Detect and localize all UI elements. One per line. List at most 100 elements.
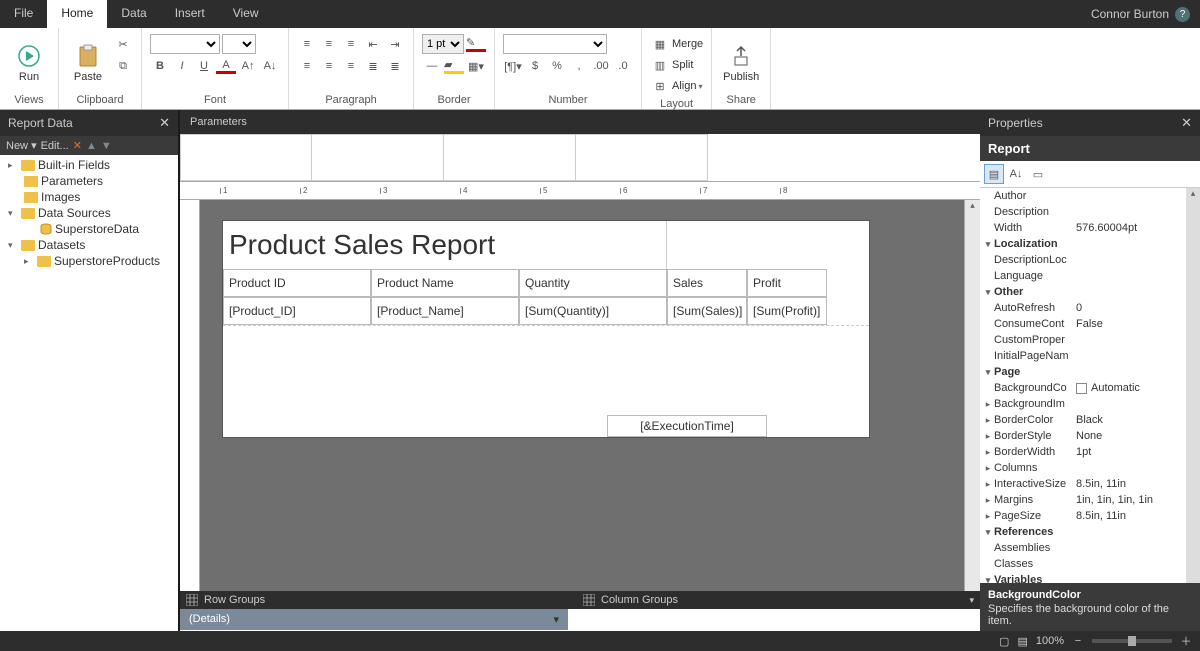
user-info[interactable]: Connor Burton ? [1081,0,1200,28]
property-category[interactable]: ▾Other [980,284,1186,300]
bullets-button[interactable]: ≣ [363,56,383,76]
tree-images[interactable]: Images [0,189,178,205]
placeholder-button[interactable]: [¶]▾ [503,56,523,76]
edit-button[interactable]: Edit... [41,140,69,152]
report-data-tree[interactable]: ▸Built-in Fields Parameters Images ▾Data… [0,155,178,631]
property-row[interactable]: Description [980,204,1186,220]
numbering-button[interactable]: ≣ [385,56,405,76]
property-row[interactable]: CustomProper [980,332,1186,348]
alphabetical-button[interactable]: A↓ [1006,164,1026,184]
property-row[interactable]: DescriptionLoc [980,252,1186,268]
close-icon[interactable]: ✕ [1181,115,1192,131]
copy-button[interactable]: ⧉ [113,56,133,76]
merge-button[interactable]: ▦ [650,34,670,54]
property-category[interactable]: ▾Page [980,364,1186,380]
bold-button[interactable]: B [150,56,170,76]
menu-file[interactable]: File [0,0,47,28]
scroll-up-icon[interactable]: ▴ [965,200,980,210]
property-row[interactable]: ▸BackgroundIm [980,396,1186,412]
vertical-scrollbar[interactable]: ▴ [964,200,980,591]
property-row[interactable]: ▸BorderWidth1pt [980,444,1186,460]
increase-decimal-button[interactable]: .00 [591,56,611,76]
align-top-button[interactable]: ≡ [297,56,317,76]
parameters-grid[interactable] [180,134,980,182]
table-header-cell[interactable]: Quantity [519,269,667,297]
font-color-button[interactable]: A [216,56,236,76]
menu-data[interactable]: Data [107,0,160,28]
property-category[interactable]: ▾Variables [980,572,1186,583]
menu-insert[interactable]: Insert [161,0,219,28]
report-title[interactable]: Product Sales Report [223,221,667,269]
property-category[interactable]: ▾References [980,524,1186,540]
close-icon[interactable]: ✕ [159,115,170,131]
align-center-button[interactable]: ≡ [319,34,339,54]
delete-icon[interactable]: ✕ [73,139,82,152]
chevron-down-icon[interactable]: ▾ [969,595,974,606]
move-up-icon[interactable]: ▲ [86,140,97,152]
table-data-cell[interactable]: [Product_Name] [371,297,519,325]
table-header-cell[interactable]: Product ID [223,269,371,297]
property-row[interactable]: BackgroundCoAutomatic [980,380,1186,396]
property-pages-button[interactable]: ▭ [1028,164,1048,184]
percent-button[interactable]: % [547,56,567,76]
property-row[interactable]: ▸PageSize8.5in, 11in [980,508,1186,524]
comma-button[interactable]: , [569,56,589,76]
print-layout-icon[interactable]: ▤ [1017,635,1027,648]
property-row[interactable]: Language [980,268,1186,284]
property-row[interactable]: ▸BorderStyleNone [980,428,1186,444]
table-data-cell[interactable]: [Sum(Sales)] [667,297,747,325]
property-row[interactable]: ▸BorderColorBlack [980,412,1186,428]
table-data-cell[interactable]: [Product_ID] [223,297,371,325]
property-row[interactable]: ConsumeContFalse [980,316,1186,332]
zoom-out-button[interactable]: − [1072,635,1084,647]
details-group[interactable]: (Details)▾ [180,609,568,630]
decrease-indent-button[interactable]: ⇤ [363,34,383,54]
property-row[interactable]: InitialPageNam [980,348,1186,364]
property-row[interactable]: ▸Columns [980,460,1186,476]
underline-button[interactable]: U [194,56,214,76]
grow-font-button[interactable]: A↑ [238,56,258,76]
property-row[interactable]: Assemblies [980,540,1186,556]
property-row[interactable]: ▸Margins1in, 1in, 1in, 1in [980,492,1186,508]
align-left-button[interactable]: ≡ [297,34,317,54]
menu-home[interactable]: Home [47,0,107,28]
zoom-level[interactable]: 100% [1036,635,1064,647]
menu-view[interactable]: View [219,0,273,28]
tree-builtin-fields[interactable]: ▸Built-in Fields [0,157,178,173]
categorized-button[interactable]: ▤ [984,164,1004,184]
table-data-cell[interactable]: [Sum(Profit)] [747,297,827,325]
property-row[interactable]: AutoRefresh0 [980,300,1186,316]
zoom-in-button[interactable]: ＋ [1180,633,1192,649]
currency-button[interactable]: $ [525,56,545,76]
decrease-decimal-button[interactable]: .0 [613,56,633,76]
design-surface[interactable]: Product Sales Report Product IDProduct N… [200,200,964,591]
tree-datasets[interactable]: ▾Datasets [0,237,178,253]
table-header-cell[interactable]: Profit [747,269,827,297]
property-row[interactable]: Width576.60004pt [980,220,1186,236]
border-style-button[interactable]: — [422,56,442,76]
tree-dataset-item[interactable]: ▸SuperstoreProducts [0,253,178,269]
run-button[interactable]: Run [8,34,50,92]
italic-button[interactable]: I [172,56,192,76]
property-row[interactable]: Classes [980,556,1186,572]
property-row[interactable]: Author [980,188,1186,204]
paste-button[interactable]: Paste [67,34,109,92]
align-bottom-button[interactable]: ≡ [341,56,361,76]
border-color-button[interactable]: ✎ [466,34,486,54]
borders-button[interactable]: ▦▾ [466,56,486,76]
cut-button[interactable]: ✂ [113,34,133,54]
report-table[interactable]: Product IDProduct NameQuantitySalesProfi… [223,269,869,325]
zoom-slider[interactable] [1092,639,1172,643]
align-right-button[interactable]: ≡ [341,34,361,54]
border-width-select[interactable]: 1 pt [422,34,464,54]
align-button[interactable]: ⊞ [650,76,670,96]
property-row[interactable]: ▸InteractiveSize8.5in, 11in [980,476,1186,492]
split-button[interactable]: ▥ [650,55,670,75]
execution-time-field[interactable]: [&ExecutionTime] [607,415,767,437]
number-format-select[interactable] [503,34,607,54]
tree-parameters[interactable]: Parameters [0,173,178,189]
table-data-cell[interactable]: [Sum(Quantity)] [519,297,667,325]
report-page[interactable]: Product Sales Report Product IDProduct N… [222,220,870,438]
font-size-select[interactable] [222,34,256,54]
move-down-icon[interactable]: ▼ [101,140,112,152]
